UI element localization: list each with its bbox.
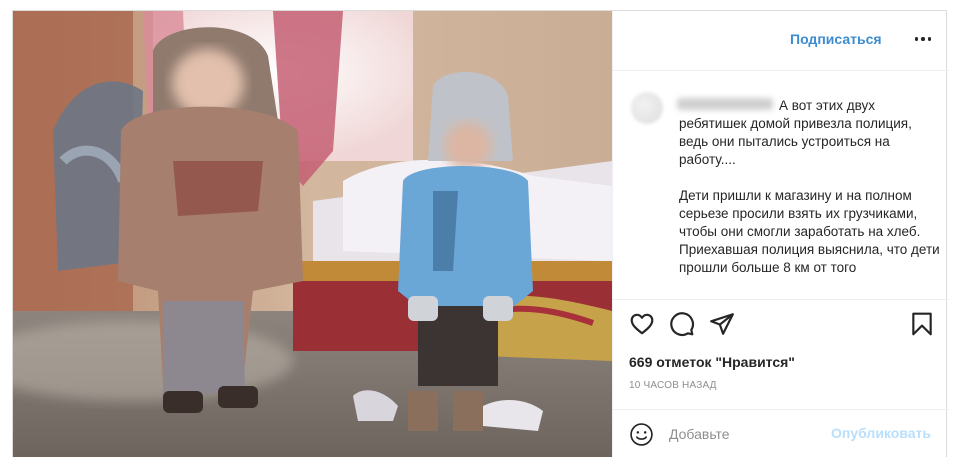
- caption-paragraph: Приехавшая полиция выяснила, что дети пр…: [679, 242, 940, 275]
- follow-button[interactable]: Подписаться: [790, 31, 882, 47]
- more-dot: [921, 37, 925, 41]
- caption-paragraph: Дети пришли к магазину и на полном серье…: [679, 188, 921, 239]
- bookmark-icon[interactable]: [909, 311, 935, 337]
- post-caption: А вот этих двух ребятишек домой привезла…: [679, 97, 941, 277]
- emoji-icon[interactable]: [629, 422, 654, 447]
- share-icon[interactable]: [709, 311, 735, 337]
- post-actions: 669 отметок "Нравится" 10 часов назад: [613, 299, 949, 409]
- instagram-post: Подписаться А вот этих двух ребятишек до…: [12, 10, 949, 457]
- comment-icon[interactable]: [669, 311, 695, 337]
- post-photo-illustration: [13, 11, 612, 457]
- post-header: Подписаться: [613, 11, 949, 71]
- post-photo[interactable]: [13, 11, 612, 457]
- post-side-panel: Подписаться А вот этих двух ребятишек до…: [612, 11, 949, 457]
- post-timestamp[interactable]: 10 часов назад: [629, 380, 717, 391]
- avatar[interactable]: [631, 92, 663, 124]
- more-dot: [914, 37, 919, 41]
- caption-area[interactable]: А вот этих двух ребятишек домой привезла…: [613, 72, 949, 299]
- more-options-icon[interactable]: [911, 29, 935, 49]
- likes-count[interactable]: 669 отметок "Нравится": [629, 354, 795, 370]
- more-dot: [927, 37, 932, 41]
- heart-icon[interactable]: [629, 311, 655, 337]
- caption-paragraph: А вот этих двух ребятишек домой привезла…: [679, 98, 912, 167]
- comment-bar: Опубликовать: [613, 409, 949, 457]
- publish-button[interactable]: Опубликовать: [831, 425, 931, 441]
- comment-input[interactable]: [669, 424, 809, 444]
